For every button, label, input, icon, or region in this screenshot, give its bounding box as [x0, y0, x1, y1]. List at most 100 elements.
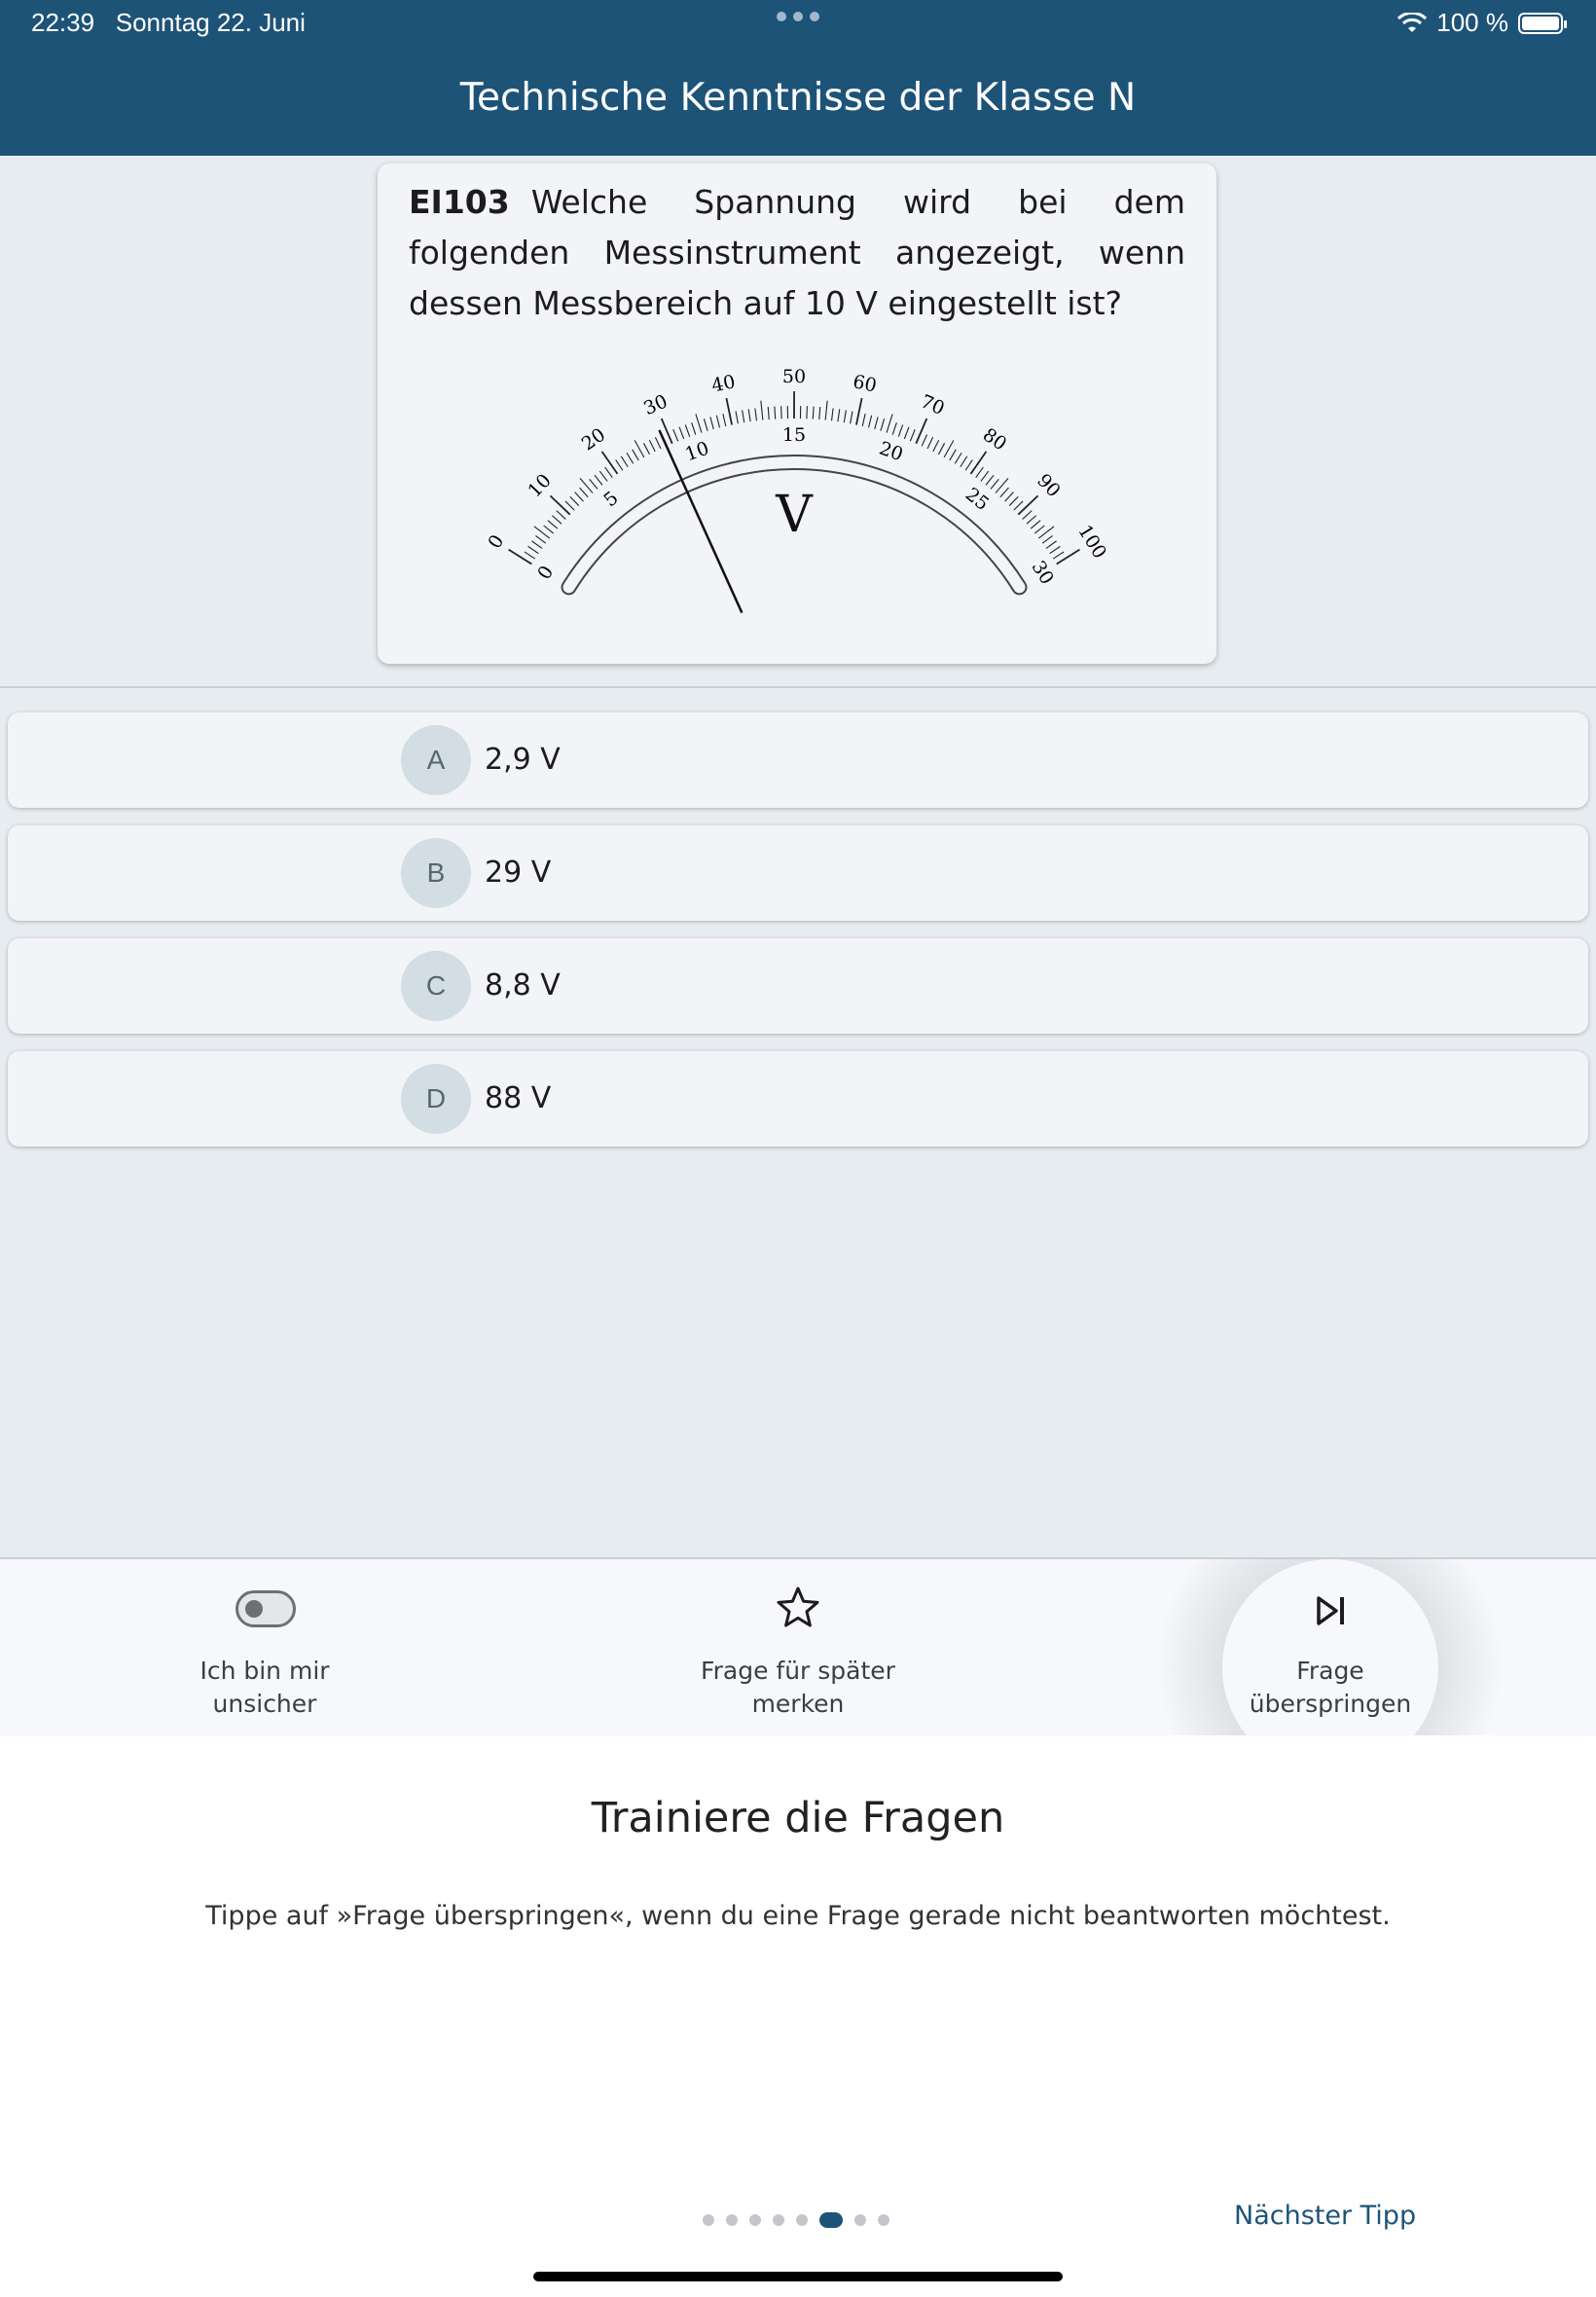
answer-text: 88 V [485, 1081, 552, 1115]
meter-tick [1004, 492, 1014, 502]
tip-sheet: Trainiere die Fragen Tippe auf »Frage üb… [0, 1735, 1596, 2297]
meter-tick [678, 426, 685, 440]
meter-tick [604, 466, 613, 478]
meter-outer-label: 50 [782, 366, 806, 387]
meter-tick [1030, 520, 1041, 529]
meter-tick [760, 400, 764, 420]
page-dot[interactable] [796, 2214, 808, 2226]
meter-tick [1056, 548, 1080, 565]
meter-tick [932, 439, 940, 453]
meter-tick [806, 406, 808, 419]
page-dot[interactable] [854, 2214, 866, 2226]
meter-tick [867, 415, 873, 428]
meter-outer-label: 40 [709, 371, 737, 396]
meter-tick [535, 535, 547, 544]
answer-letter-badge: B [401, 838, 471, 908]
question-text: Welche Spannung wird bei dem folgenden M… [409, 183, 1185, 322]
meter-tick [543, 525, 555, 534]
meter-unit-label: V [775, 486, 814, 544]
meter-tick [975, 466, 984, 478]
meter-tick [960, 456, 968, 468]
meter-tick [632, 449, 639, 461]
meter-tick [830, 408, 834, 421]
meter-tick [648, 439, 656, 453]
meter-tick [527, 545, 539, 555]
meter-tick [1052, 551, 1065, 560]
meter-tick [703, 419, 708, 431]
meter-tick [549, 494, 571, 516]
meter-outer-label: 0 [484, 531, 508, 553]
meter-tick [980, 470, 990, 482]
meter-tick [1026, 515, 1037, 525]
star-icon [777, 1586, 819, 1627]
meter-tick [691, 422, 697, 435]
answer-option-d[interactable]: D 88 V [8, 1051, 1588, 1147]
meter-tick [742, 410, 745, 423]
meter-tick [579, 487, 589, 498]
meter-tick [880, 419, 886, 431]
meter-outer-label: 100 [1073, 521, 1110, 562]
meter-inner-label: 5 [599, 488, 622, 512]
battery-icon [1518, 12, 1567, 34]
multitasking-dots-icon[interactable] [777, 12, 819, 21]
meter-tick [615, 459, 624, 471]
skip-forward-icon [1317, 1596, 1344, 1625]
meter-tick [874, 417, 879, 430]
bookmark-button[interactable]: Frage für später merken [652, 1559, 944, 1737]
battery-percent: 100 % [1436, 8, 1508, 37]
meter-tick [1008, 495, 1019, 506]
meter-tick [1017, 494, 1039, 516]
meter-tick [891, 422, 897, 435]
meter-tick [672, 428, 679, 442]
page-indicator[interactable] [703, 2212, 889, 2228]
question-card: EI103 Welche Spannung wird bei dem folgen… [378, 164, 1216, 664]
page-dot[interactable] [749, 2214, 761, 2226]
meter-tick [626, 452, 635, 464]
page-dot-active[interactable] [819, 2212, 843, 2228]
page-dot[interactable] [703, 2214, 714, 2226]
meter-tick [556, 510, 566, 520]
meter-inner-label: 10 [682, 438, 711, 466]
meter-tick [547, 520, 559, 529]
meter-tick [634, 440, 645, 458]
app-header: 22:39 Sonntag 22. Juni 100 % Technische … [0, 0, 1596, 156]
meter-tick [620, 456, 629, 468]
meter-tick [1045, 540, 1057, 549]
status-right: 100 % [1397, 8, 1567, 38]
answer-option-c[interactable]: C 8,8 V [8, 938, 1588, 1034]
meter-tick [1041, 535, 1053, 544]
meter-tick [594, 474, 603, 486]
meter-tick [767, 407, 770, 420]
meter-tick [837, 409, 841, 422]
unsure-toggle-button[interactable]: Ich bin mir unsicher [119, 1559, 411, 1737]
toggle-switch-icon[interactable] [236, 1590, 296, 1627]
question-id: EI103 [409, 183, 510, 221]
meter-outer-label: 60 [852, 371, 879, 396]
answer-option-a[interactable]: A 2,9 V [8, 712, 1588, 808]
meter-tick [964, 459, 973, 471]
status-time-date: 22:39 Sonntag 22. Juni [31, 8, 306, 38]
page-dot[interactable] [726, 2214, 738, 2226]
meter-tick [926, 437, 934, 450]
home-indicator[interactable] [533, 2272, 1063, 2281]
meter-tick [850, 411, 853, 424]
meter-tick [954, 452, 962, 464]
page-dot[interactable] [773, 2214, 784, 2226]
skip-question-button[interactable]: Frage überspringen [1184, 1559, 1476, 1737]
answer-option-b[interactable]: B 29 V [8, 825, 1588, 921]
next-tip-button[interactable]: Nächster Tipp [1234, 2201, 1416, 2231]
meter-tick [861, 414, 866, 426]
page-title: Technische Kenntnisse der Klasse N [459, 76, 1137, 120]
answer-text: 29 V [485, 856, 552, 890]
meter-tick [709, 417, 714, 430]
meter-tick [1049, 545, 1061, 555]
meter-tick [999, 487, 1009, 498]
skip-label: Frage überspringen [1249, 1657, 1412, 1718]
meter-tick [909, 428, 916, 442]
status-date: Sonntag 22. Juni [115, 8, 306, 37]
divider [0, 686, 1596, 688]
meter-tick [754, 408, 758, 421]
tip-title: Trainiere die Fragen [591, 1794, 1005, 1842]
page-dot[interactable] [878, 2214, 889, 2226]
bookmark-label: Frage für später merken [701, 1657, 895, 1718]
